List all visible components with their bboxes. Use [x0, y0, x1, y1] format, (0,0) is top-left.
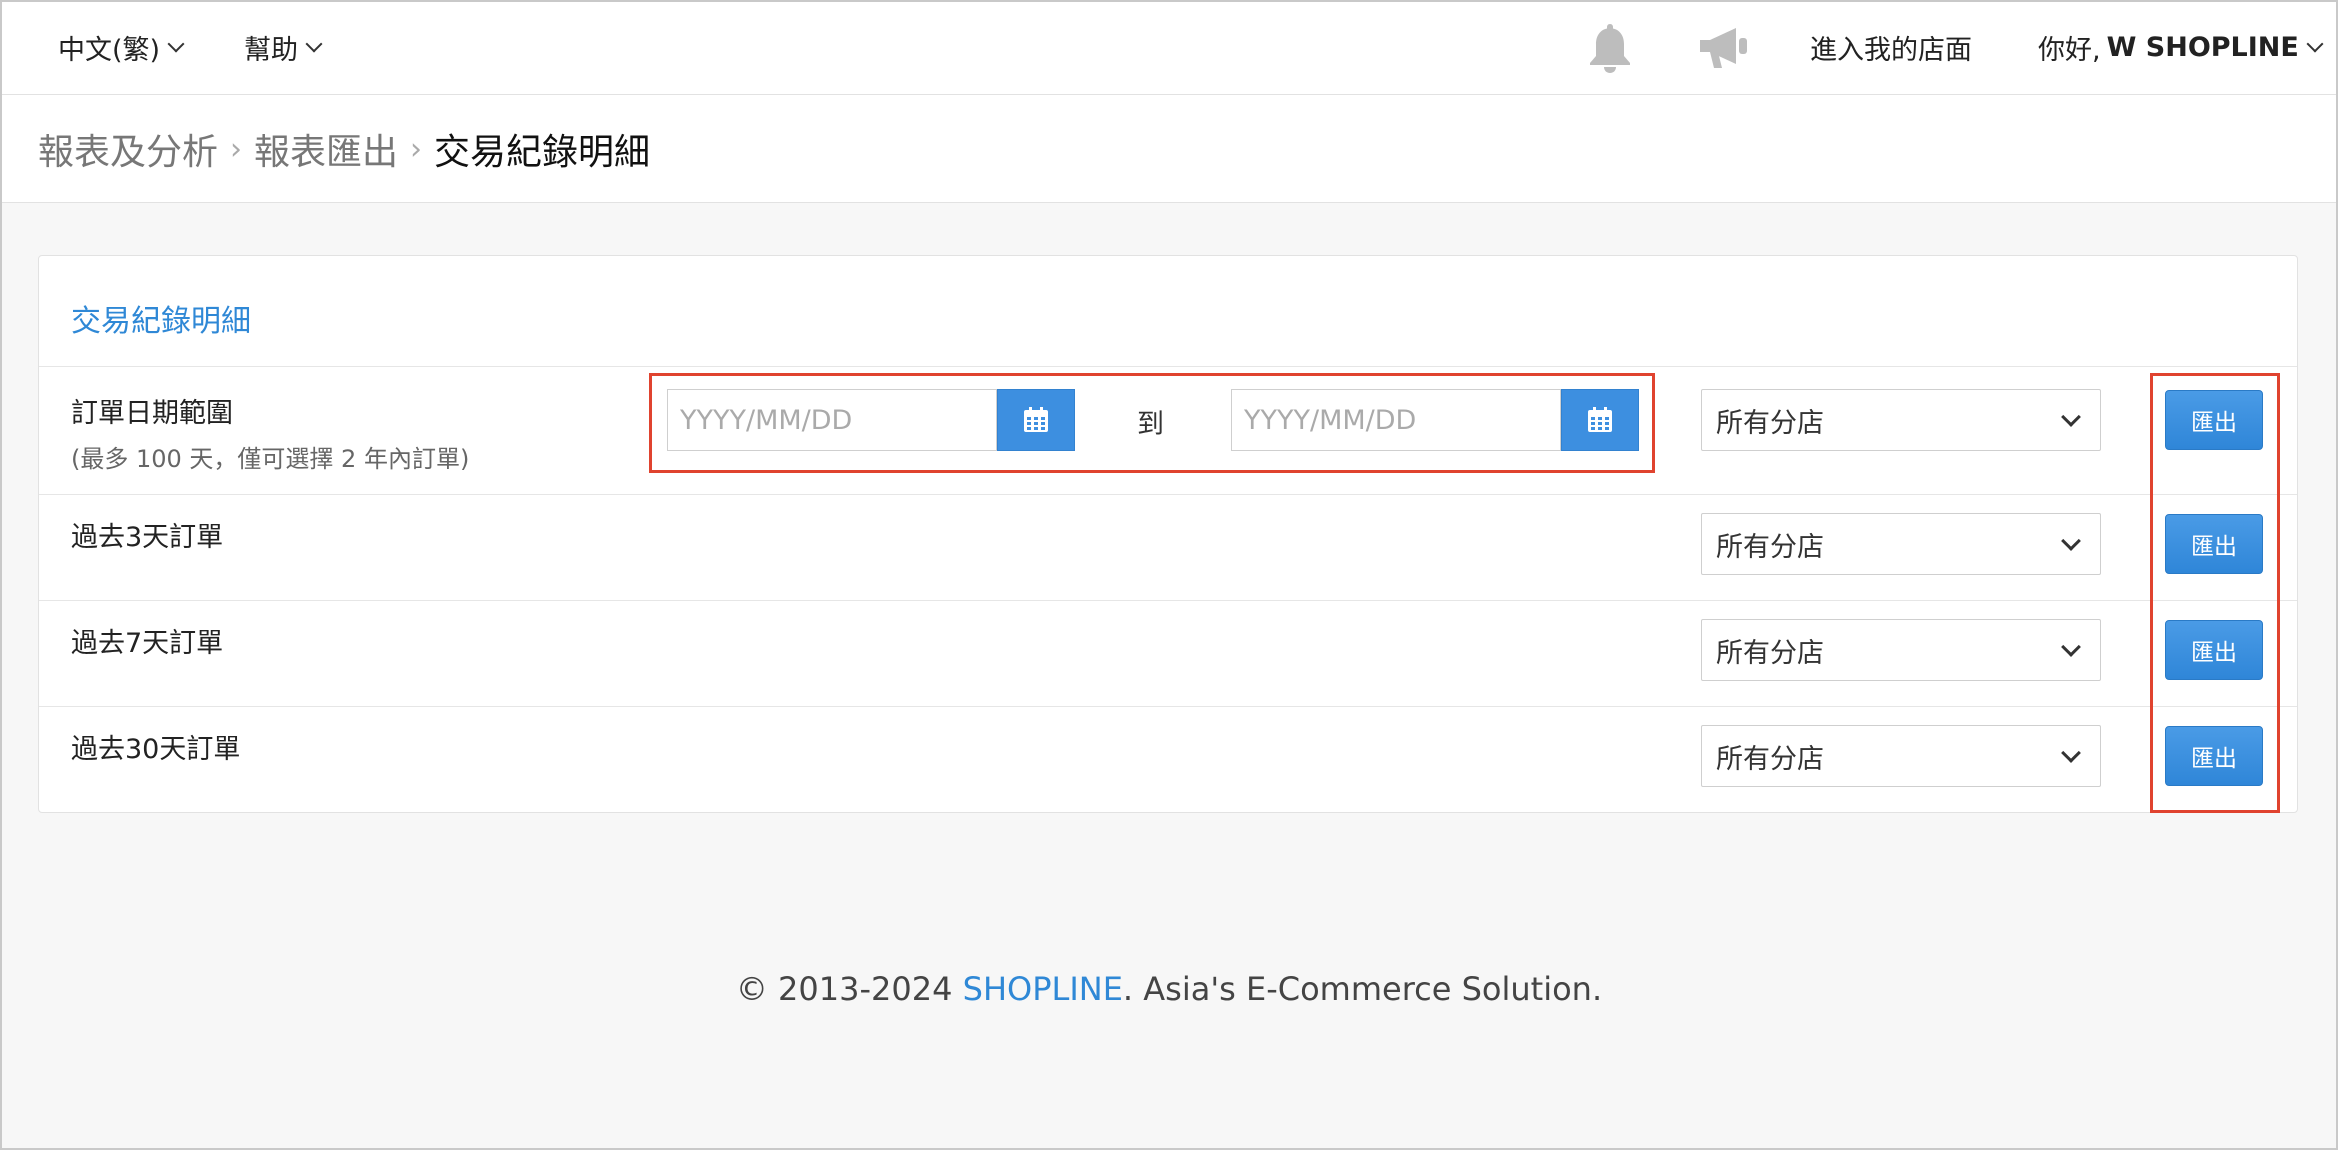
- store-select-value: 所有分店: [1716, 743, 1824, 775]
- breadcrumb: 報表及分析 › 報表匯出 › 交易紀錄明細: [38, 95, 650, 203]
- enter-store-link[interactable]: 進入我的店面: [1810, 0, 1972, 95]
- chevron-down-icon: [2061, 407, 2081, 427]
- greeting-label: 你好,: [2038, 35, 2101, 66]
- chevron-down-icon: [2061, 743, 2081, 763]
- date-range-label: 訂單日期範圍: [71, 398, 233, 429]
- date-range-hint: (最多 100 天，僅可選擇 2 年內訂單): [71, 445, 470, 473]
- footer-tagline: . Asia's E-Commerce Solution.: [1122, 970, 1603, 1008]
- bell-icon[interactable]: [1580, 18, 1640, 78]
- top-navbar: 中文(繁) 幫助 進入我的店面 你好, W SHOPLINE: [0, 0, 2338, 95]
- last-7-days-row: 過去7天訂單 所有分店 匯出: [39, 600, 2297, 706]
- user-menu-dropdown[interactable]: 你好, W SHOPLINE: [2038, 0, 2324, 95]
- footer-copyright: © 2013-2024: [735, 970, 963, 1008]
- footer-brand-link[interactable]: SHOPLINE: [963, 970, 1123, 1008]
- breadcrumb-bar: 報表及分析 › 報表匯出 › 交易紀錄明細: [0, 95, 2338, 203]
- megaphone-icon[interactable]: [1694, 18, 1754, 78]
- chevron-down-icon: [305, 35, 323, 53]
- store-select[interactable]: 所有分店: [1701, 513, 2101, 575]
- breadcrumb-current: 交易紀錄明細: [434, 132, 651, 173]
- breadcrumb-report-export[interactable]: 報表匯出: [254, 123, 398, 175]
- export-buttons-highlight-box: [2150, 373, 2280, 813]
- enter-store-label: 進入我的店面: [1810, 35, 1972, 66]
- transaction-details-panel: 交易紀錄明細 訂單日期範圍 (最多 100 天，僅可選擇 2 年內訂單) 到: [38, 255, 2298, 813]
- help-label: 幫助: [244, 35, 298, 66]
- store-select-value: 所有分店: [1716, 637, 1824, 669]
- store-select-value: 所有分店: [1716, 531, 1824, 563]
- date-range-highlight-box: [649, 373, 1655, 473]
- last-3-days-label: 過去3天訂單: [71, 522, 224, 553]
- store-select-value: 所有分店: [1716, 407, 1824, 439]
- last-30-days-label: 過去30天訂單: [71, 734, 241, 765]
- last-7-days-label: 過去7天訂單: [71, 628, 224, 659]
- store-select[interactable]: 所有分店: [1701, 725, 2101, 787]
- chevron-down-icon: [2061, 637, 2081, 657]
- language-label: 中文(繁): [58, 35, 161, 66]
- user-name: W SHOPLINE: [2106, 32, 2299, 63]
- chevron-down-icon: [2306, 35, 2324, 53]
- panel-title: 交易紀錄明細: [71, 304, 251, 339]
- chevron-down-icon: [167, 35, 185, 53]
- help-dropdown[interactable]: 幫助: [244, 0, 323, 95]
- last-3-days-row: 過去3天訂單 所有分店 匯出: [39, 494, 2297, 600]
- store-select[interactable]: 所有分店: [1701, 389, 2101, 451]
- chevron-down-icon: [2061, 531, 2081, 551]
- last-30-days-row: 過去30天訂單 所有分店 匯出: [39, 706, 2297, 812]
- breadcrumb-reports-analytics[interactable]: 報表及分析: [38, 123, 218, 175]
- store-select[interactable]: 所有分店: [1701, 619, 2101, 681]
- breadcrumb-separator-icon: ›: [230, 131, 243, 167]
- breadcrumb-separator-icon: ›: [410, 131, 423, 167]
- footer: © 2013-2024 SHOPLINE. Asia's E-Commerce …: [0, 970, 2338, 1008]
- language-dropdown[interactable]: 中文(繁): [58, 0, 185, 95]
